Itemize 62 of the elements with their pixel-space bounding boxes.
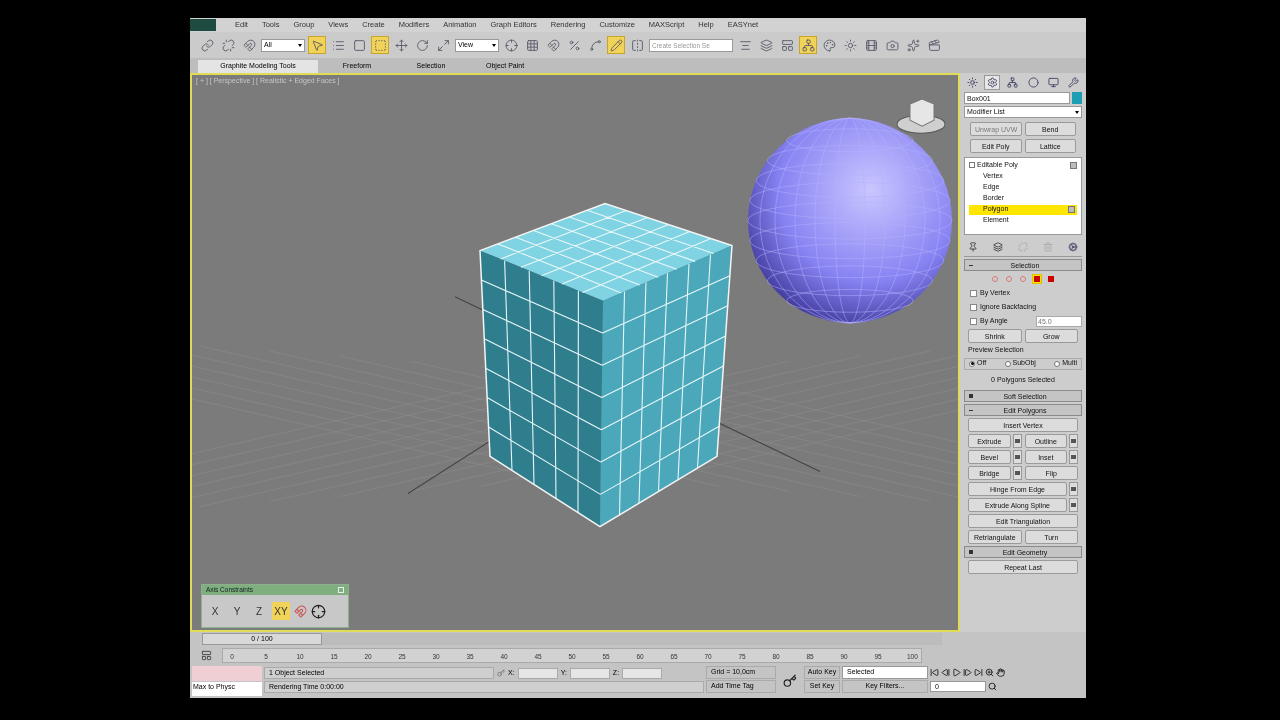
sun-icon[interactable] bbox=[841, 36, 859, 54]
settings-icon[interactable] bbox=[1012, 434, 1022, 448]
sphere-drawing[interactable] bbox=[747, 117, 953, 324]
cube-drawing[interactable] bbox=[479, 202, 733, 528]
axis-button[interactable]: XY bbox=[272, 602, 290, 620]
pan-icon[interactable] bbox=[996, 668, 1005, 677]
link-icon[interactable] bbox=[198, 36, 216, 54]
x-field[interactable] bbox=[517, 667, 558, 679]
zoom-icon[interactable] bbox=[985, 668, 994, 677]
settings-icon[interactable] bbox=[1069, 450, 1078, 464]
object-color-swatch[interactable] bbox=[1072, 92, 1082, 104]
circle-icon[interactable] bbox=[1025, 74, 1042, 90]
pointer-icon[interactable] bbox=[308, 36, 326, 54]
radio-button[interactable] bbox=[969, 360, 975, 367]
settings-icon[interactable] bbox=[984, 74, 1001, 90]
pin-icon[interactable] bbox=[968, 241, 978, 252]
clapperboard-icon[interactable] bbox=[925, 36, 943, 54]
settings-icon[interactable] bbox=[1012, 450, 1022, 464]
close-icon[interactable] bbox=[338, 587, 344, 593]
caret-icon bbox=[1075, 110, 1079, 114]
show-result-icon[interactable] bbox=[993, 241, 1003, 252]
configure-icon[interactable] bbox=[1068, 241, 1078, 252]
caret-icon bbox=[298, 43, 302, 47]
checkbox[interactable] bbox=[970, 303, 977, 311]
checkbox[interactable] bbox=[970, 289, 977, 297]
axis-button[interactable]: X bbox=[206, 602, 224, 620]
radio-button[interactable] bbox=[1054, 360, 1061, 367]
sparkles-icon[interactable] bbox=[904, 36, 922, 54]
checkbox[interactable] bbox=[970, 317, 977, 325]
pencil-icon[interactable] bbox=[607, 36, 625, 54]
maxscript-input[interactable] bbox=[192, 666, 262, 681]
subobject-level-icon[interactable] bbox=[1032, 274, 1042, 284]
layers-icon[interactable] bbox=[757, 36, 775, 54]
network-icon[interactable] bbox=[799, 36, 817, 54]
palette-icon[interactable] bbox=[820, 36, 838, 54]
wrench-icon[interactable] bbox=[1065, 74, 1082, 90]
sun-icon[interactable] bbox=[964, 74, 980, 90]
subobject-level-icon[interactable] bbox=[1046, 274, 1056, 284]
z-field[interactable] bbox=[622, 667, 663, 679]
magnet-icon[interactable] bbox=[240, 36, 258, 54]
settings-icon[interactable] bbox=[1069, 498, 1078, 512]
search-icon[interactable] bbox=[988, 682, 997, 691]
network-icon[interactable] bbox=[1004, 74, 1021, 90]
move-icon[interactable] bbox=[392, 36, 410, 54]
caret-icon bbox=[492, 43, 496, 47]
go-to-start-icon[interactable] bbox=[930, 668, 939, 677]
axis-button[interactable]: Y bbox=[228, 602, 246, 620]
previous-frame-icon[interactable] bbox=[941, 668, 950, 677]
axis-button[interactable]: Z bbox=[250, 602, 268, 620]
collapse-icon[interactable] bbox=[969, 162, 975, 169]
settings-icon[interactable] bbox=[1012, 466, 1022, 480]
unlink-icon[interactable] bbox=[219, 36, 237, 54]
viewcube-icon[interactable] bbox=[896, 98, 946, 134]
crosshair-icon[interactable] bbox=[311, 603, 326, 619]
settings-icon[interactable] bbox=[1069, 434, 1078, 448]
dashed-square-icon[interactable] bbox=[371, 36, 389, 54]
go-to-end-icon[interactable] bbox=[974, 668, 983, 677]
y-field[interactable] bbox=[569, 667, 610, 679]
radio-button[interactable] bbox=[1004, 360, 1011, 367]
next-frame-icon[interactable] bbox=[963, 668, 972, 677]
settings-icon[interactable] bbox=[1069, 482, 1078, 496]
play-icon[interactable] bbox=[952, 668, 961, 677]
